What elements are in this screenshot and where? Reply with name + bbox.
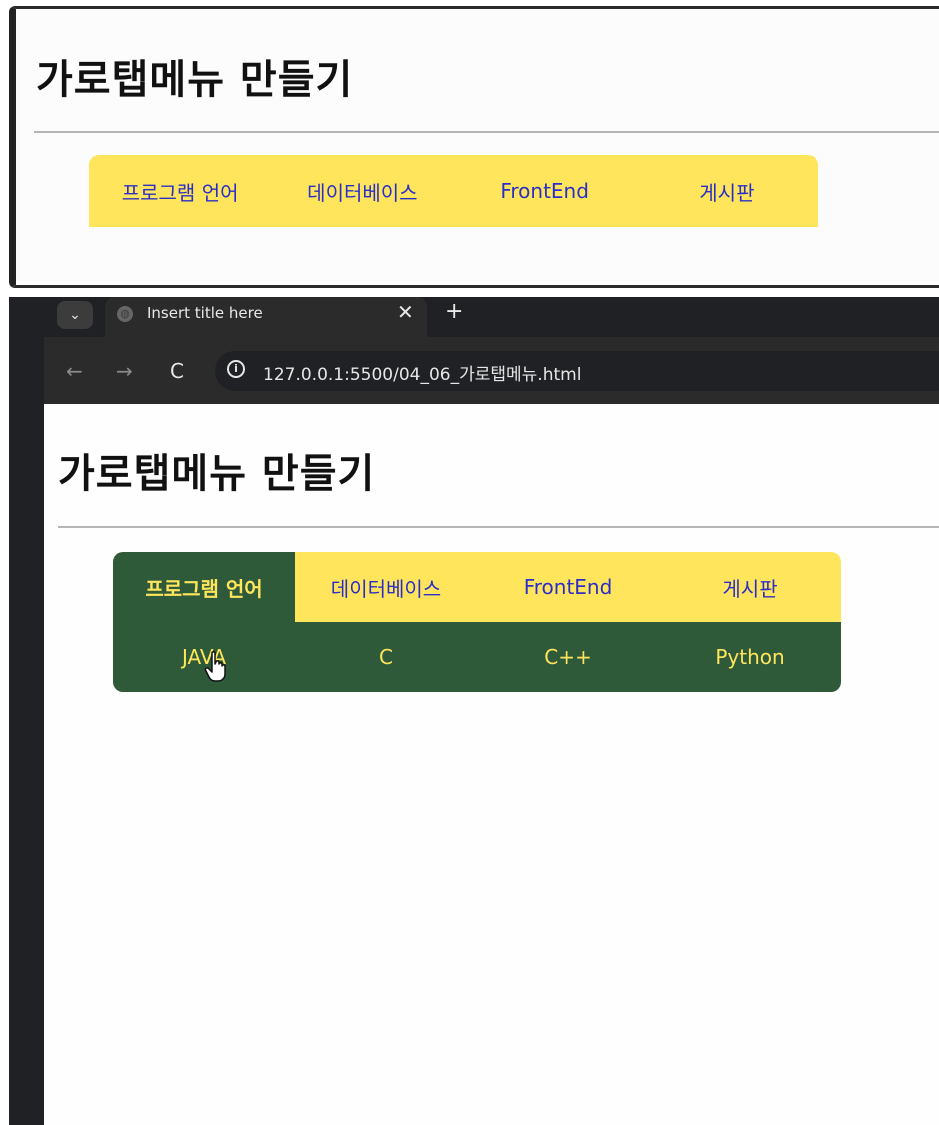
tab-frontend[interactable]: FrontEnd — [454, 155, 636, 227]
browser-toolbar: ← → C i 127.0.0.1:5500/04_06_가로탭메뉴.html — [44, 337, 939, 404]
divider — [58, 526, 939, 528]
new-tab-icon[interactable]: + — [445, 299, 463, 324]
hand-cursor-icon — [204, 651, 226, 682]
tab-programming-language[interactable]: 프로그램 언어 — [89, 155, 271, 227]
tab-strip: ⌄ ◍ Insert title here ✕ + — [9, 297, 939, 341]
submenu-item-cpp[interactable]: C++ — [477, 622, 659, 692]
address-url[interactable]: 127.0.0.1:5500/04_06_가로탭메뉴.html — [263, 360, 581, 385]
browser-tab[interactable]: ◍ Insert title here ✕ — [105, 297, 427, 341]
reload-icon[interactable]: C — [170, 359, 184, 383]
page-content: 가로탭메뉴 만들기 프로그램 언어 데이터베이스 FrontEnd 게시판 JA… — [44, 404, 939, 1125]
forward-icon[interactable]: → — [116, 359, 133, 383]
close-icon[interactable]: ✕ — [397, 300, 414, 324]
address-bar[interactable]: i 127.0.0.1:5500/04_06_가로탭메뉴.html — [215, 351, 939, 391]
browser-tab-title: Insert title here — [147, 304, 263, 322]
tab-bar: 프로그램 언어 데이터베이스 FrontEnd 게시판 — [113, 552, 841, 622]
divider — [34, 131, 939, 133]
tab-board[interactable]: 게시판 — [636, 155, 818, 227]
dropdown-icon[interactable]: ⌄ — [57, 301, 93, 329]
tab-database[interactable]: 데이터베이스 — [271, 155, 453, 227]
tab-database[interactable]: 데이터베이스 — [295, 552, 477, 622]
tab-menu: 프로그램 언어 데이터베이스 FrontEnd 게시판 — [89, 155, 818, 227]
preview-panel: 가로탭메뉴 만들기 프로그램 언어 데이터베이스 FrontEnd 게시판 — [9, 6, 939, 288]
info-icon[interactable]: i — [227, 360, 245, 378]
tab-programming-language[interactable]: 프로그램 언어 — [113, 552, 295, 622]
tab-board[interactable]: 게시판 — [659, 552, 841, 622]
page-title: 가로탭메뉴 만들기 — [36, 57, 354, 103]
globe-icon: ◍ — [117, 306, 133, 322]
browser-window: ⌄ ◍ Insert title here ✕ + ← → C i 127.0.… — [9, 297, 939, 1125]
tab-frontend[interactable]: FrontEnd — [477, 552, 659, 622]
back-icon[interactable]: ← — [66, 359, 83, 383]
submenu-item-python[interactable]: Python — [659, 622, 841, 692]
submenu-item-c[interactable]: C — [295, 622, 477, 692]
page-title: 가로탭메뉴 만들기 — [58, 451, 376, 497]
